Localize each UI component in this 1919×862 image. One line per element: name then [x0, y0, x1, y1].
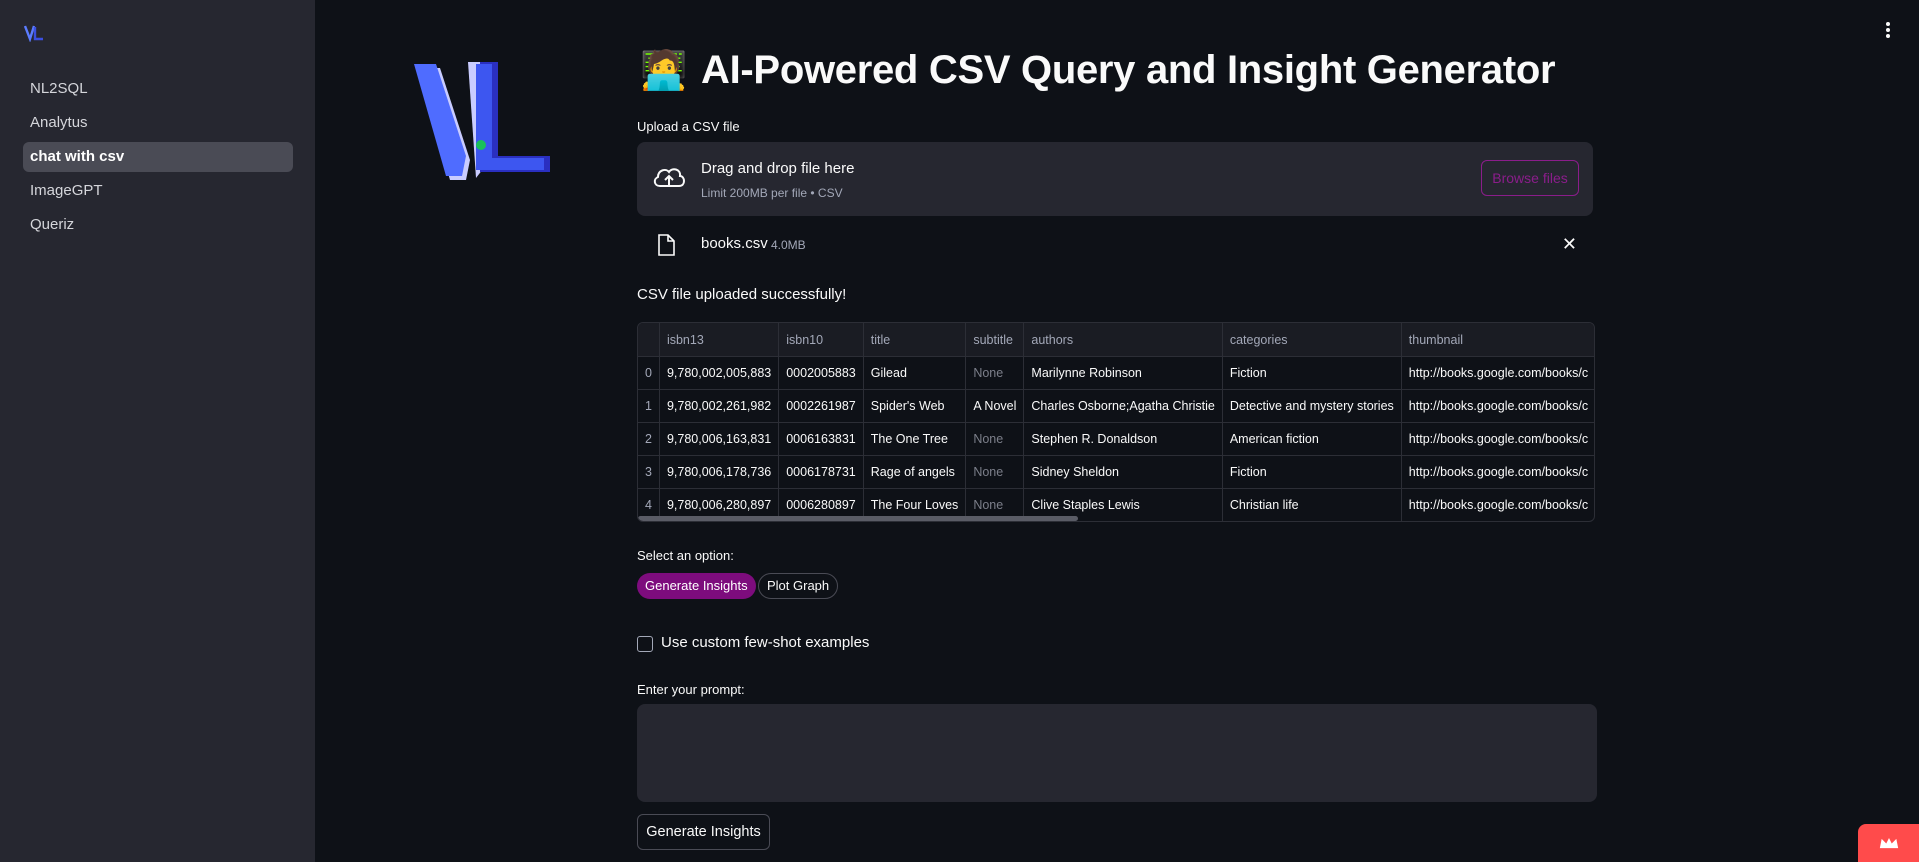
- dropzone-limit: Limit 200MB per file • CSV: [701, 186, 843, 200]
- cell-isbn13[interactable]: 9,780,002,005,883: [659, 356, 780, 390]
- streamlit-badge[interactable]: [1858, 824, 1919, 862]
- cell-isbn10[interactable]: 0002261987: [778, 389, 864, 423]
- app-logo-icon: [24, 25, 43, 42]
- cell-categories[interactable]: Fiction: [1222, 356, 1402, 390]
- column-header[interactable]: isbn10: [778, 323, 864, 357]
- upload-label: Upload a CSV file: [637, 119, 740, 134]
- option-generate-insights[interactable]: Generate Insights: [637, 573, 756, 599]
- column-header[interactable]: categories: [1222, 323, 1402, 357]
- cell-subtitle[interactable]: None: [965, 455, 1025, 489]
- few-shot-label[interactable]: Use custom few-shot examples: [661, 634, 869, 651]
- crown-icon: [1879, 838, 1899, 849]
- sidebar-item-queriz[interactable]: Queriz: [23, 210, 293, 240]
- cell-title[interactable]: Gilead: [863, 356, 967, 390]
- row-index: 2: [638, 422, 660, 456]
- cell-isbn13[interactable]: 9,780,006,163,831: [659, 422, 780, 456]
- column-header[interactable]: thumbnail: [1401, 323, 1594, 357]
- file-dropzone[interactable]: Drag and drop file here Limit 200MB per …: [637, 142, 1593, 216]
- cell-authors[interactable]: Stephen R. Donaldson: [1023, 422, 1223, 456]
- table-row[interactable]: 2 9,780,006,163,831 0006163831 The One T…: [638, 422, 1594, 456]
- table-row[interactable]: 3 9,780,006,178,736 0006178731 Rage of a…: [638, 455, 1594, 489]
- row-index: 1: [638, 389, 660, 423]
- cell-authors[interactable]: Marilynne Robinson: [1023, 356, 1223, 390]
- sidebar-item-chat-with-csv[interactable]: chat with csv: [23, 142, 293, 172]
- cell-thumbnail[interactable]: http://books.google.com/books/c: [1401, 356, 1594, 390]
- option-label: Select an option:: [637, 548, 734, 563]
- cell-subtitle[interactable]: None: [965, 356, 1025, 390]
- cell-isbn13[interactable]: 9,780,006,178,736: [659, 455, 780, 489]
- few-shot-checkbox[interactable]: [637, 636, 653, 652]
- cell-subtitle[interactable]: A Novel: [965, 389, 1025, 423]
- remove-file-icon[interactable]: ✕: [1562, 234, 1577, 255]
- page-title: 🧑‍💻 AI-Powered CSV Query and Insight Gene…: [640, 48, 1556, 93]
- cell-isbn10[interactable]: 0006178731: [778, 455, 864, 489]
- option-plot-graph[interactable]: Plot Graph: [758, 573, 839, 599]
- cell-isbn10[interactable]: 0006163831: [778, 422, 864, 456]
- column-header[interactable]: authors: [1023, 323, 1223, 357]
- cell-title[interactable]: The One Tree: [863, 422, 967, 456]
- cell-title[interactable]: Rage of angels: [863, 455, 967, 489]
- cell-thumbnail[interactable]: http://books.google.com/books/c: [1401, 488, 1594, 521]
- vl-logo-icon: [414, 62, 550, 180]
- cell-categories[interactable]: Fiction: [1222, 455, 1402, 489]
- cell-categories[interactable]: American fiction: [1222, 422, 1402, 456]
- row-index: 3: [638, 455, 660, 489]
- prompt-label: Enter your prompt:: [637, 682, 745, 697]
- main-menu-icon[interactable]: [1885, 20, 1891, 40]
- cell-title[interactable]: Spider's Web: [863, 389, 967, 423]
- dropzone-instructions: Drag and drop file here: [701, 160, 855, 177]
- cell-thumbnail[interactable]: http://books.google.com/books/c: [1401, 455, 1594, 489]
- upload-success-message: CSV file uploaded successfully!: [637, 286, 847, 303]
- column-header[interactable]: title: [863, 323, 967, 357]
- table-row[interactable]: 1 9,780,002,261,982 0002261987 Spider's …: [638, 389, 1594, 423]
- cell-isbn10[interactable]: 0002005883: [778, 356, 864, 390]
- cell-authors[interactable]: Sidney Sheldon: [1023, 455, 1223, 489]
- technologist-icon: 🧑‍💻: [640, 50, 688, 92]
- cloud-upload-icon: [653, 168, 685, 187]
- table-row[interactable]: 0 9,780,002,005,883 0002005883 Gilead No…: [638, 356, 1594, 390]
- file-size: 4.0MB: [771, 238, 806, 252]
- index-header: [638, 323, 660, 357]
- column-header[interactable]: isbn13: [659, 323, 780, 357]
- table-horizontal-scrollbar[interactable]: [638, 516, 1078, 521]
- browse-files-button[interactable]: Browse files: [1481, 160, 1579, 196]
- uploaded-file: books.csv 4.0MB ✕: [637, 230, 1593, 260]
- generate-insights-button[interactable]: Generate Insights: [637, 814, 770, 850]
- column-header[interactable]: subtitle: [965, 323, 1025, 357]
- sidebar-item-analytus[interactable]: Analytus: [23, 108, 293, 138]
- data-table[interactable]: isbn13 isbn10 title subtitle authors cat…: [637, 322, 1595, 522]
- cell-authors[interactable]: Charles Osborne;Agatha Christie: [1023, 389, 1223, 423]
- cell-thumbnail[interactable]: http://books.google.com/books/c: [1401, 389, 1594, 423]
- file-icon: [658, 234, 675, 256]
- cell-subtitle[interactable]: None: [965, 422, 1025, 456]
- sidebar: NL2SQL Analytus chat with csv ImageGPT Q…: [0, 0, 315, 862]
- table-header-row: isbn13 isbn10 title subtitle authors cat…: [638, 323, 1594, 357]
- page-title-text: AI-Powered CSV Query and Insight Generat…: [701, 48, 1556, 92]
- prompt-textarea[interactable]: [637, 704, 1597, 802]
- cell-thumbnail[interactable]: http://books.google.com/books/c: [1401, 422, 1594, 456]
- row-index: 0: [638, 356, 660, 390]
- cell-isbn13[interactable]: 9,780,002,261,982: [659, 389, 780, 423]
- sidebar-item-imagegpt[interactable]: ImageGPT: [23, 176, 293, 206]
- file-name: books.csv: [701, 235, 768, 252]
- cell-categories[interactable]: Detective and mystery stories: [1222, 389, 1402, 423]
- sidebar-nav: NL2SQL Analytus chat with csv ImageGPT Q…: [23, 74, 293, 244]
- sidebar-item-nl2sql[interactable]: NL2SQL: [23, 74, 293, 104]
- cell-categories[interactable]: Christian life: [1222, 488, 1402, 521]
